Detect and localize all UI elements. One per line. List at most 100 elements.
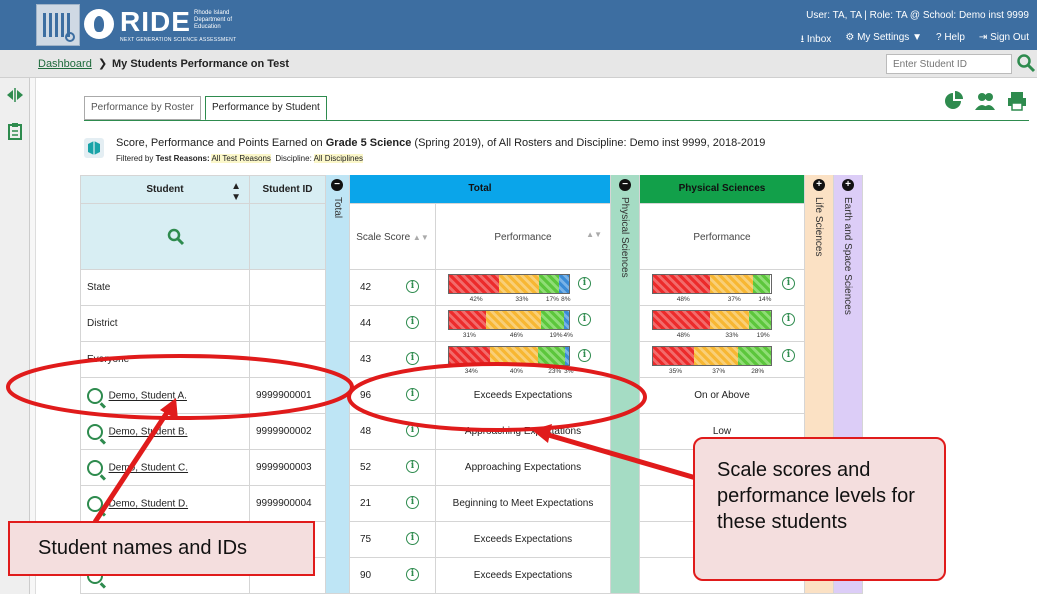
student-report-icon[interactable]	[87, 388, 103, 404]
scores-callout: Scale scores and performance levels for …	[693, 437, 946, 581]
physical-sciences-performance-header[interactable]: Performance	[640, 204, 805, 270]
student-name-link[interactable]: Demo, Student C.	[109, 463, 188, 474]
discipline-label: Discipline:	[275, 154, 312, 163]
rail-divider	[30, 78, 36, 594]
page-title: My Students Performance on Test	[112, 58, 290, 70]
student-report-icon[interactable]	[87, 460, 103, 476]
student-name-link[interactable]: Demo, Student D.	[109, 499, 188, 510]
scale-score-value: 42	[360, 282, 372, 293]
info-icon[interactable]: i	[406, 568, 419, 581]
print-icon[interactable]	[1006, 90, 1028, 112]
summary-scale-score: 43 i	[350, 342, 436, 378]
physical-sciences-collapsed-column[interactable]: − Physical Sciences	[611, 175, 640, 594]
performance-distribution-bar[interactable]	[448, 310, 570, 330]
clipboard-icon[interactable]	[8, 122, 22, 140]
my-settings-link[interactable]: ⚙ My Settings ▼	[845, 32, 922, 49]
earth-space-sciences-label: Earth and Space Sciences	[842, 197, 853, 315]
app-logo-icon[interactable]	[36, 4, 80, 46]
performance-percent-label: 8%	[561, 296, 571, 303]
student-column-header[interactable]: Student ▲ ▼	[80, 175, 250, 204]
info-icon[interactable]: i	[406, 316, 419, 329]
performance-distribution-bar[interactable]	[448, 274, 570, 294]
student-names-callout: Student names and IDs	[8, 521, 315, 576]
help-label: Help	[944, 32, 965, 43]
info-icon[interactable]: i	[578, 277, 591, 290]
student-id-input[interactable]	[886, 54, 1012, 74]
performance-segment	[694, 347, 738, 365]
info-icon[interactable]: i	[406, 388, 419, 401]
performance-percent-label: 3%	[564, 368, 574, 375]
expand-icon[interactable]: +	[813, 179, 825, 191]
info-icon[interactable]: i	[782, 349, 795, 362]
physical-sciences-performance-cell: 35% 37% 28% i	[640, 342, 805, 378]
performance-segment	[748, 311, 771, 329]
performance-distribution-bar[interactable]	[448, 346, 570, 366]
collapse-icon[interactable]: −	[619, 179, 631, 191]
left-rail	[0, 78, 30, 594]
student-scale-score: 21 i	[350, 486, 436, 522]
sort-icon[interactable]: ▲▼	[413, 233, 429, 242]
student-scale-score: 75 i	[350, 522, 436, 558]
total-collapsed-column[interactable]: − Total	[326, 175, 350, 594]
student-id-cell: 9999900001	[250, 378, 326, 414]
breadcrumb-dashboard-link[interactable]: Dashboard	[38, 58, 92, 70]
info-icon[interactable]: i	[406, 532, 419, 545]
info-icon[interactable]: i	[406, 280, 419, 293]
student-header-label: Student	[146, 184, 184, 195]
student-id-column-header[interactable]: Student ID	[250, 175, 326, 204]
performance-percent-label: 19%	[756, 332, 770, 339]
student-report-icon[interactable]	[87, 496, 103, 512]
summary-performance-cell: 42% 33% 17% 8% i	[436, 270, 611, 306]
performance-column-header[interactable]: Performance ▲▼	[436, 204, 611, 270]
table-row-student[interactable]: Demo, Student D.	[80, 486, 250, 522]
sign-out-link[interactable]: ⇥ Sign Out	[979, 32, 1029, 49]
performance-percent-label: 34%	[464, 368, 478, 375]
tab-performance-by-student[interactable]: Performance by Student	[205, 96, 327, 121]
info-icon[interactable]: i	[782, 277, 795, 290]
table-row-student[interactable]: Demo, Student B.	[80, 414, 250, 450]
students-icon[interactable]	[974, 90, 996, 112]
ride-logo-icon	[84, 9, 114, 39]
info-icon[interactable]: i	[406, 424, 419, 437]
physical-sciences-collapsed-label: Physical Sciences	[619, 197, 630, 278]
performance-distribution-bar[interactable]	[652, 346, 772, 366]
performance-percent-label: 19%	[549, 332, 563, 339]
inbox-link[interactable]: ⭳ Inbox	[801, 32, 832, 49]
search-icon[interactable]	[1016, 53, 1036, 73]
summary-row-id	[250, 342, 326, 378]
student-name-link[interactable]: Demo, Student B.	[109, 427, 188, 438]
info-icon[interactable]: i	[406, 460, 419, 473]
info-icon[interactable]: i	[578, 349, 591, 362]
info-icon[interactable]: i	[782, 313, 795, 326]
table-row-student[interactable]: Demo, Student C.	[80, 450, 250, 486]
performance-segment	[486, 311, 542, 329]
student-report-icon[interactable]	[87, 424, 103, 440]
sort-icon[interactable]: ▲▼	[586, 230, 602, 239]
collapse-icon[interactable]: −	[331, 179, 343, 191]
performance-segment	[499, 275, 539, 293]
info-icon[interactable]: i	[406, 352, 419, 365]
total-collapsed-label: Total	[332, 197, 343, 219]
pie-chart-icon[interactable]	[942, 90, 964, 112]
table-row-student[interactable]: Demo, Student A.	[80, 378, 250, 414]
expand-collapse-icon[interactable]	[6, 88, 24, 102]
student-name-link[interactable]: Demo, Student A.	[109, 391, 187, 402]
scale-score-value: 43	[360, 354, 372, 365]
performance-distribution-bar[interactable]	[652, 310, 772, 330]
help-link[interactable]: ? Help	[936, 32, 965, 49]
scale-score-value: 44	[360, 318, 372, 329]
sort-icon[interactable]: ▲▼	[231, 181, 241, 203]
tab-performance-by-roster[interactable]: Performance by Roster	[84, 96, 201, 120]
student-performance-level: Approaching Expectations	[436, 450, 611, 486]
summary-row-id	[250, 306, 326, 342]
student-performance-level: Approaching Expectations	[436, 414, 611, 450]
search-icon[interactable]	[167, 228, 185, 246]
expand-icon[interactable]: +	[842, 179, 854, 191]
performance-segment	[709, 275, 754, 293]
student-scale-score: 96 i	[350, 378, 436, 414]
info-icon[interactable]: i	[406, 496, 419, 509]
performance-distribution-bar[interactable]	[652, 274, 772, 294]
scale-score-column-header[interactable]: Scale Score ▲▼	[350, 204, 436, 270]
performance-percent-label: 48%	[676, 296, 690, 303]
info-icon[interactable]: i	[578, 313, 591, 326]
